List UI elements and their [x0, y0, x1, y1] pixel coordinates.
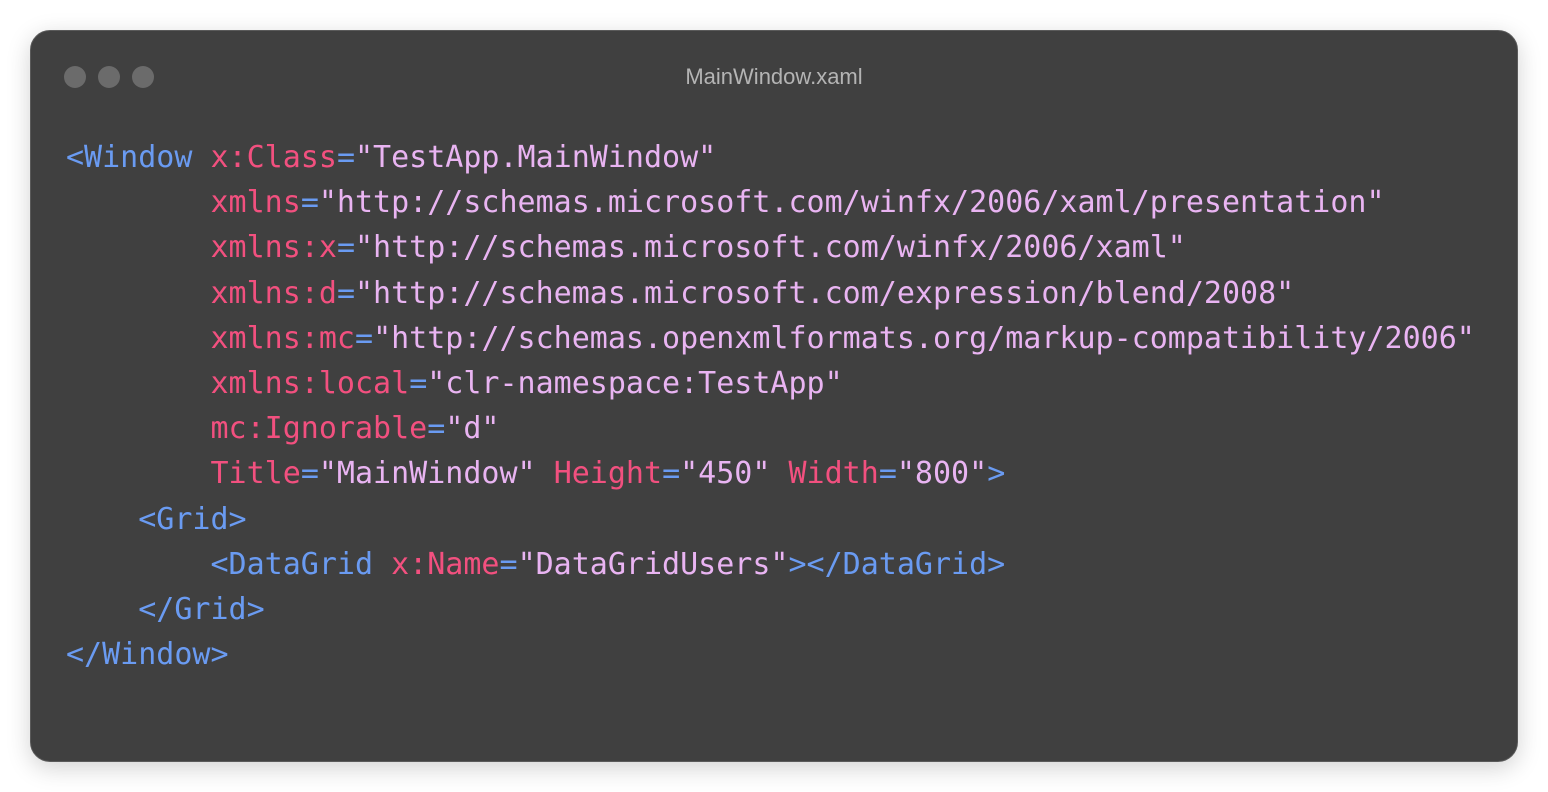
xml-tag: <Window: [66, 140, 193, 175]
code-block: <Window x:Class="TestApp.MainWindow" xml…: [66, 135, 1475, 677]
xml-tag: </Grid>: [138, 591, 265, 627]
code-line: xmlns:local="clr-namespace:TestApp": [66, 361, 1475, 406]
code-line: <DataGrid x:Name="DataGridUsers"></DataG…: [66, 542, 1475, 587]
xml-tag: >: [987, 456, 1006, 492]
code-line: mc:Ignorable="d": [66, 406, 1475, 451]
xml-attribute: xmlns:local: [210, 365, 410, 401]
xml-string: "MainWindow": [318, 456, 536, 492]
code-line: Title="MainWindow" Height="450" Width="8…: [66, 451, 1475, 496]
xml-attribute: x:Name: [391, 546, 500, 582]
xml-equals: =: [427, 411, 446, 447]
xml-tag: <Grid>: [138, 501, 247, 537]
xml-attribute: Height: [553, 456, 663, 492]
code-line: xmlns:d="http://schemas.microsoft.com/ex…: [66, 271, 1475, 316]
xml-equals: =: [336, 275, 355, 311]
xml-string: "http://schemas.microsoft.com/expression…: [355, 275, 1295, 311]
xml-tag: ></DataGrid>: [788, 546, 1006, 582]
code-line: xmlns:mc="http://schemas.openxmlformats.…: [66, 316, 1475, 361]
xml-equals: =: [336, 230, 355, 266]
code-line: </Grid>: [66, 587, 1475, 632]
code-line: <Window x:Class="TestApp.MainWindow": [66, 135, 1475, 180]
xml-attribute: xmlns:d: [210, 275, 337, 311]
code-line: </Window>: [66, 632, 1475, 677]
xml-equals: =: [499, 546, 518, 582]
xml-string: "DataGridUsers": [517, 546, 789, 582]
xml-attribute: xmlns:x: [210, 230, 337, 266]
xml-equals: =: [300, 456, 319, 492]
xml-equals: =: [409, 365, 428, 401]
xml-equals: =: [300, 185, 319, 221]
code-window: MainWindow.xaml <Window x:Class="TestApp…: [30, 30, 1518, 762]
xml-attribute: Title: [210, 456, 301, 492]
xml-attribute: mc:Ignorable: [210, 411, 428, 447]
xml-string: "http://schemas.openxmlformats.org/marku…: [373, 320, 1475, 356]
code-line: <Grid>: [66, 497, 1475, 542]
xml-equals: =: [336, 140, 355, 175]
xml-string: "TestApp.MainWindow": [355, 140, 717, 175]
window-title: MainWindow.xaml: [685, 64, 863, 89]
xml-string: "http://schemas.microsoft.com/winfx/2006…: [318, 185, 1385, 221]
xml-equals: =: [662, 456, 681, 492]
xml-equals: =: [355, 320, 374, 356]
code-line: xmlns="http://schemas.microsoft.com/winf…: [66, 180, 1475, 225]
xml-equals: =: [878, 456, 897, 492]
xml-tag: </Window>: [66, 637, 229, 673]
xml-string: "clr-namespace:TestApp": [427, 365, 843, 401]
xml-string: "450": [680, 456, 771, 492]
xml-tag: <DataGrid: [210, 546, 374, 582]
xml-attribute: Width: [788, 456, 879, 492]
xml-attribute: xmlns:mc: [210, 320, 356, 356]
xml-attribute: xmlns: [210, 185, 301, 221]
xml-string: "http://schemas.microsoft.com/winfx/2006…: [355, 230, 1186, 266]
xml-string: "800": [896, 456, 988, 492]
xml-string: "d": [445, 411, 500, 447]
code-line: xmlns:x="http://schemas.microsoft.com/wi…: [66, 225, 1475, 270]
xml-attribute: x:Class: [210, 140, 337, 175]
